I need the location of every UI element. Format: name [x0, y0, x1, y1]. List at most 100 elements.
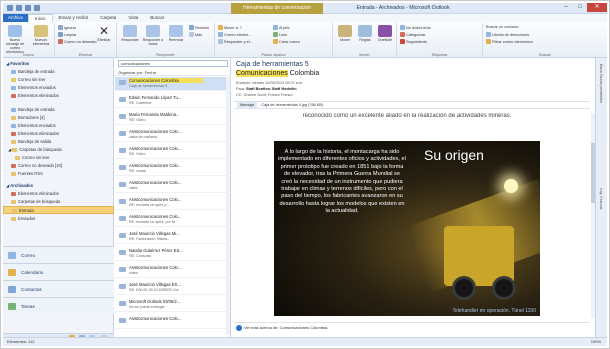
search-input[interactable]: comunicaciones [118, 60, 228, 67]
status-items-count: Elementos: 112 [7, 339, 35, 344]
reply-all-button[interactable]: Responder a todos [142, 25, 164, 46]
nav-item-junk[interactable]: Correo no deseado [10] [3, 162, 114, 170]
reply-button[interactable]: Responder [119, 25, 141, 42]
minimize-button[interactable]: – [559, 3, 573, 12]
qs-done[interactable]: Listo [273, 32, 287, 37]
message-row[interactable]: José Mauricio Villegas Mi... RE: Facturac… [115, 230, 231, 244]
nav-item-sent[interactable]: Elementos enviados [3, 122, 114, 130]
nav-item-unread-fav[interactable]: Correo sin leer [3, 76, 114, 84]
message-row[interactable]: Asistcomunicaciones Colo... RE: enviarte … [115, 213, 231, 227]
nav-favorites-header[interactable]: ◢ Favoritos [3, 60, 114, 68]
nav-item-inbox[interactable]: Bandeja de entrada [3, 106, 114, 114]
body-image: Su origen A lo largo de la historia, el … [274, 141, 540, 316]
message-row[interactable]: Asistcomunicaciones Colo... visita [115, 179, 231, 193]
customize-qat-icon[interactable] [34, 5, 40, 11]
list-scrollbar[interactable] [226, 77, 230, 335]
message-row[interactable]: Edwin Fernando López Tu... RE: Cartelera [115, 94, 231, 108]
categorize-button[interactable]: Categorizar [400, 32, 426, 37]
ignore-label: Ignorar [64, 25, 77, 30]
tab-carpeta[interactable]: Carpeta [94, 14, 122, 22]
message-subject-preview: RE: Facturación Sitana... [129, 237, 170, 241]
nav-item-drafts[interactable]: Borradores [4] [3, 114, 114, 122]
nav-item-archive-enviados[interactable]: Enviados [3, 215, 114, 223]
more-respond-button[interactable]: Más [189, 32, 202, 37]
undo-icon[interactable] [25, 5, 31, 11]
tab-enviar-recibir[interactable]: Enviar y recibir [53, 14, 95, 22]
tab-vista[interactable]: Vista [122, 14, 144, 22]
filter-email-button[interactable]: Filtrar correo electrónico [486, 39, 533, 44]
group-label-respond: Responder [156, 53, 175, 57]
junk-button[interactable]: Correo no deseado [58, 39, 97, 44]
nav-item-archive-search[interactable]: Carpetas de búsqueda [3, 198, 114, 206]
nav-item-inbox-fav[interactable]: Bandeja de entrada [3, 68, 114, 76]
message-row[interactable]: María Fernanda Maldona... RE: Video [115, 111, 231, 125]
message-row[interactable]: Asistcomunicaciones Colo... RE: enviarte … [115, 196, 231, 210]
nav-mail-button[interactable]: Correo [3, 246, 114, 263]
message-subject-preview: RE: Video [129, 118, 146, 122]
attachment-file[interactable]: Caja de herramientas 4.jpg (768 KB) [261, 103, 323, 107]
message-row[interactable]: Asistcomunicaciones Colo... vídeo [115, 264, 231, 278]
todo-bar-count: Hoy: 0 tareas [599, 188, 603, 210]
forward-button[interactable]: Reenviar [165, 25, 187, 42]
cleanup-button[interactable]: Limpiar [58, 32, 76, 37]
delete-label: Eliminar [97, 38, 111, 42]
nav-item-deleted[interactable]: Elementos eliminados [3, 130, 114, 138]
status-bar: Elementos: 112 100% [3, 337, 607, 346]
ignore-button[interactable]: Ignorar [58, 25, 76, 30]
qs-to-manager[interactable]: Al jefe [273, 25, 290, 30]
message-row[interactable]: Comunicaciones Colombia Caja de herramien… [115, 77, 231, 91]
qs-team-email[interactable]: Correo electró... [218, 32, 251, 37]
new-email-button[interactable]: Nuevo mensaje de correo electrónico [4, 25, 26, 54]
close-button[interactable]: ✕ [587, 3, 607, 12]
nav-item-rss[interactable]: Fuentes RSS [3, 170, 114, 178]
nav-tasks-button[interactable]: Tareas [3, 297, 114, 314]
message-row[interactable]: Asistcomunicaciones Colo... RE: Video [115, 145, 231, 159]
message-tab[interactable]: Mensaje [237, 102, 258, 109]
people-pane-footer[interactable]: Ver más acerca de: Comunicaciones Colomb… [234, 322, 590, 332]
zoom-level[interactable]: 100% [591, 338, 601, 346]
nav-item-sent-fav[interactable]: Elementos enviados [3, 84, 114, 92]
message-from: Asistcomunicaciones Colo... [129, 180, 182, 185]
message-row[interactable]: Asistcomunicaciones Colo... RE: cosas [115, 162, 231, 176]
tab-inicio[interactable]: Inicio [28, 14, 53, 22]
move-button[interactable]: Mover [334, 25, 356, 42]
message-row[interactable]: Natalia Gutiérrez Pérez ES... RE: Consult… [115, 247, 231, 261]
unread-read-button[interactable]: No leído/Leído [400, 25, 431, 30]
nav-contacts-button[interactable]: Contactos [3, 280, 114, 297]
tab-archivo[interactable]: Archivo [3, 14, 29, 22]
maximize-button[interactable]: □ [573, 3, 587, 12]
group-find: Buscar un contacto Libreta de direccione… [483, 23, 607, 57]
tab-buscar[interactable]: Buscar [144, 14, 170, 22]
qs-reply-delete[interactable]: Responder y el... [218, 39, 253, 44]
nav-item-unread[interactable]: Correo sin leer [3, 154, 114, 162]
nav-item-archive-entrada[interactable]: Entrada [3, 206, 114, 214]
message-sender[interactable]: Comunicaciones Colombia [236, 70, 319, 77]
onenote-button[interactable]: OneNote [374, 25, 396, 42]
group-label-move: Mover [359, 53, 370, 57]
qs-move-to[interactable]: Mover a: ? [218, 25, 242, 30]
todo-bar[interactable]: Barra Tareas pendientes Hoy: 0 tareas [595, 58, 607, 337]
search-people-input[interactable]: Buscar un contacto [486, 25, 519, 29]
message-row[interactable]: Microsoft Outlook 03/05/2... No se puede … [115, 298, 231, 312]
new-email-icon [8, 25, 22, 37]
nav-item-archive-deleted[interactable]: Elementos eliminados [3, 190, 114, 198]
nav-calendar-button[interactable]: Calendario [3, 263, 114, 280]
message-row[interactable]: Asistcomunicaciones Colo... [115, 315, 231, 329]
nav-archive-header[interactable]: ◢ Archivados [3, 182, 114, 190]
flag-icon [400, 39, 405, 44]
address-book-button[interactable]: Libreta de direcciones [486, 32, 529, 37]
navigation-pane: ◢ Favoritos Bandeja de entrada Correo si… [3, 58, 114, 341]
nav-item-outbox[interactable]: Bandeja de salida [3, 138, 114, 146]
qs-create-new[interactable]: Crear nuevo [273, 39, 300, 44]
rules-button[interactable]: Reglas [354, 25, 376, 42]
sort-header[interactable]: Organizar por: Fecha [115, 69, 231, 76]
nav-item-search-folders[interactable]: ◢ Carpetas de búsqueda [3, 146, 114, 154]
follow-up-button[interactable]: Seguimiento [400, 39, 427, 44]
message-row[interactable]: Asistcomunicaciones Colo... visita de mañ… [115, 128, 231, 142]
nav-item-deleted-fav[interactable]: Elementos eliminados [3, 92, 114, 100]
meeting-button[interactable]: Reunión [189, 25, 209, 30]
delete-button[interactable]: ✕ Eliminar [93, 25, 115, 42]
message-row[interactable]: José Mauricio Villegas ES... RE: ENVÍO 30… [115, 281, 231, 295]
send-receive-icon[interactable] [16, 5, 22, 11]
new-items-button[interactable]: Nuevos elementos [30, 25, 52, 46]
